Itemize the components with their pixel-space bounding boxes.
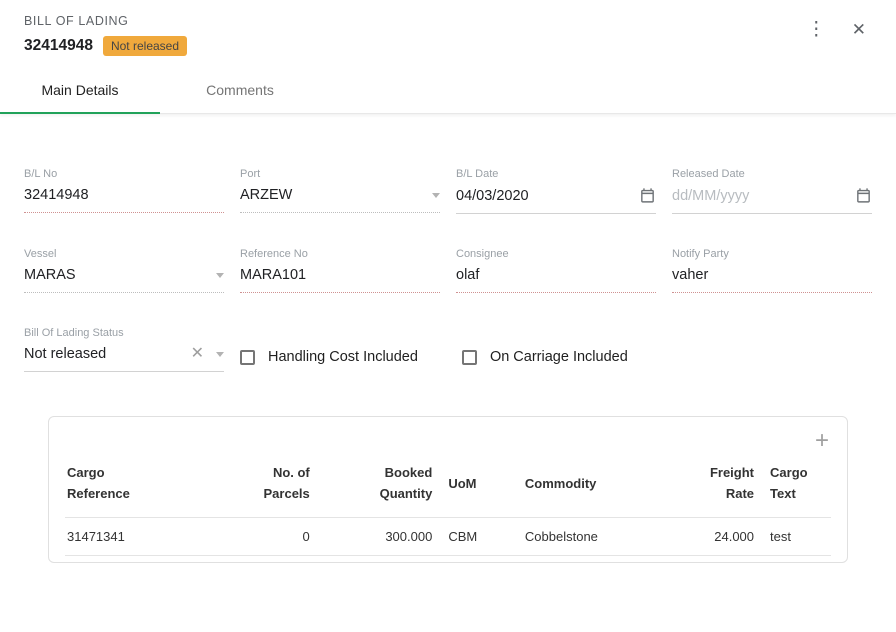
col-freight-rate: Freight Rate: [678, 455, 762, 517]
col-line: Freight: [686, 463, 754, 484]
on-carriage-checkbox[interactable]: On Carriage Included: [462, 349, 628, 365]
bl-no-label: B/L No: [24, 168, 224, 180]
checkbox-unchecked-icon: [240, 350, 255, 365]
port-field: Port ARZEW: [240, 168, 440, 214]
col-line: Text: [770, 484, 823, 505]
col-commodity: Commodity: [517, 455, 678, 517]
handling-cost-checkbox[interactable]: Handling Cost Included: [240, 349, 418, 365]
bl-date-value: 04/03/2020: [456, 188, 529, 204]
bl-no-field: B/L No 32414948: [24, 168, 224, 214]
main-content: B/L No 32414948 Port ARZEW B/L Date 04/0…: [0, 114, 896, 563]
bl-no-value: 32414948: [24, 187, 89, 203]
cell-no-of-parcels: 0: [249, 517, 318, 555]
port-label: Port: [240, 168, 440, 180]
bl-status-field: Bill Of Lading Status Not released ✕: [24, 327, 224, 372]
col-cargo-text: Cargo Text: [762, 455, 831, 517]
col-uom: UoM: [440, 455, 517, 517]
col-line: Commodity: [525, 474, 670, 495]
bl-date-label: B/L Date: [456, 168, 656, 180]
checkbox-unchecked-icon: [462, 350, 477, 365]
notify-party-field: Notify Party vaher: [672, 248, 872, 293]
cargo-table: Cargo Reference No. of Parcels Booked Qu…: [65, 455, 831, 556]
consignee-value: olaf: [456, 267, 479, 283]
card-toolbar: +: [65, 425, 831, 455]
handling-cost-label: Handling Cost Included: [268, 349, 418, 365]
status-badge: Not released: [103, 36, 187, 56]
vessel-label: Vessel: [24, 248, 224, 260]
consignee-field: Consignee olaf: [456, 248, 656, 293]
cell-cargo-reference: 31471341: [65, 517, 249, 555]
col-line: No. of: [257, 463, 310, 484]
col-booked-quantity: Booked Quantity: [318, 455, 441, 517]
bl-number-title: 32414948: [24, 37, 93, 55]
consignee-input[interactable]: olaf: [456, 267, 656, 293]
vessel-field: Vessel MARAS: [24, 248, 224, 293]
col-no-of-parcels: No. of Parcels: [249, 455, 318, 517]
bl-date-field: B/L Date 04/03/2020: [456, 168, 656, 214]
cell-freight-rate: 24.000: [678, 517, 762, 555]
add-cargo-line-button[interactable]: +: [815, 429, 829, 453]
cell-uom: CBM: [440, 517, 517, 555]
port-select[interactable]: ARZEW: [240, 187, 440, 213]
reference-no-label: Reference No: [240, 248, 440, 260]
released-date-field: Released Date dd/MM/yyyy: [672, 168, 872, 214]
header-actions: ⋮ ✕: [807, 20, 866, 39]
close-icon[interactable]: ✕: [852, 21, 866, 38]
clear-icon[interactable]: ✕: [191, 346, 204, 362]
bl-status-label: Bill Of Lading Status: [24, 327, 224, 339]
kebab-menu-icon[interactable]: ⋮: [807, 20, 826, 39]
notify-party-input[interactable]: vaher: [672, 267, 872, 293]
bl-status-select[interactable]: Not released ✕: [24, 346, 224, 372]
on-carriage-label: On Carriage Included: [490, 349, 628, 365]
released-date-placeholder: dd/MM/yyyy: [672, 188, 749, 204]
bl-date-input[interactable]: 04/03/2020: [456, 187, 656, 214]
reference-no-field: Reference No MARA101: [240, 248, 440, 293]
port-value: ARZEW: [240, 187, 292, 203]
bl-status-value: Not released: [24, 346, 106, 362]
consignee-label: Consignee: [456, 248, 656, 260]
col-line: Reference: [67, 484, 241, 505]
col-line: Rate: [686, 484, 754, 505]
col-line: Quantity: [326, 484, 433, 505]
chevron-down-icon[interactable]: [432, 193, 440, 198]
col-cargo-reference: Cargo Reference: [65, 455, 249, 517]
col-line: UoM: [448, 474, 509, 495]
notify-party-label: Notify Party: [672, 248, 872, 260]
cell-commodity: Cobbelstone: [517, 517, 678, 555]
dialog-header: BILL OF LADING 32414948 Not released ⋮ ✕: [0, 0, 896, 68]
reference-no-value: MARA101: [240, 267, 306, 283]
chevron-down-icon[interactable]: [216, 273, 224, 278]
cell-booked-quantity: 300.000: [318, 517, 441, 555]
table-header-row: Cargo Reference No. of Parcels Booked Qu…: [65, 455, 831, 517]
form-grid: B/L No 32414948 Port ARZEW B/L Date 04/0…: [24, 168, 872, 372]
calendar-icon[interactable]: [855, 187, 872, 204]
vessel-select[interactable]: MARAS: [24, 267, 224, 293]
checkbox-row: Handling Cost Included On Carriage Inclu…: [240, 327, 872, 372]
notify-party-value: vaher: [672, 267, 708, 283]
reference-no-input[interactable]: MARA101: [240, 267, 440, 293]
tab-bar: Main Details Comments: [0, 68, 896, 114]
col-line: Parcels: [257, 484, 310, 505]
cargo-lines-card: + Cargo Reference No. of Parcel: [48, 416, 848, 563]
tab-comments[interactable]: Comments: [160, 68, 320, 113]
bl-no-input[interactable]: 32414948: [24, 187, 224, 213]
col-line: Cargo: [67, 463, 241, 484]
released-date-label: Released Date: [672, 168, 872, 180]
chevron-down-icon[interactable]: [216, 352, 224, 357]
vessel-value: MARAS: [24, 267, 76, 283]
col-line: Booked: [326, 463, 433, 484]
dialog-eyebrow: BILL OF LADING: [24, 14, 872, 28]
tab-main-details[interactable]: Main Details: [0, 68, 160, 113]
bill-of-lading-dialog: BILL OF LADING 32414948 Not released ⋮ ✕…: [0, 0, 896, 563]
cell-cargo-text: test: [762, 517, 831, 555]
table-row[interactable]: 31471341 0 300.000 CBM Cobbelstone 24.00…: [65, 517, 831, 555]
calendar-icon[interactable]: [639, 187, 656, 204]
released-date-input[interactable]: dd/MM/yyyy: [672, 187, 872, 214]
title-row: 32414948 Not released: [24, 36, 872, 56]
col-line: Cargo: [770, 463, 823, 484]
